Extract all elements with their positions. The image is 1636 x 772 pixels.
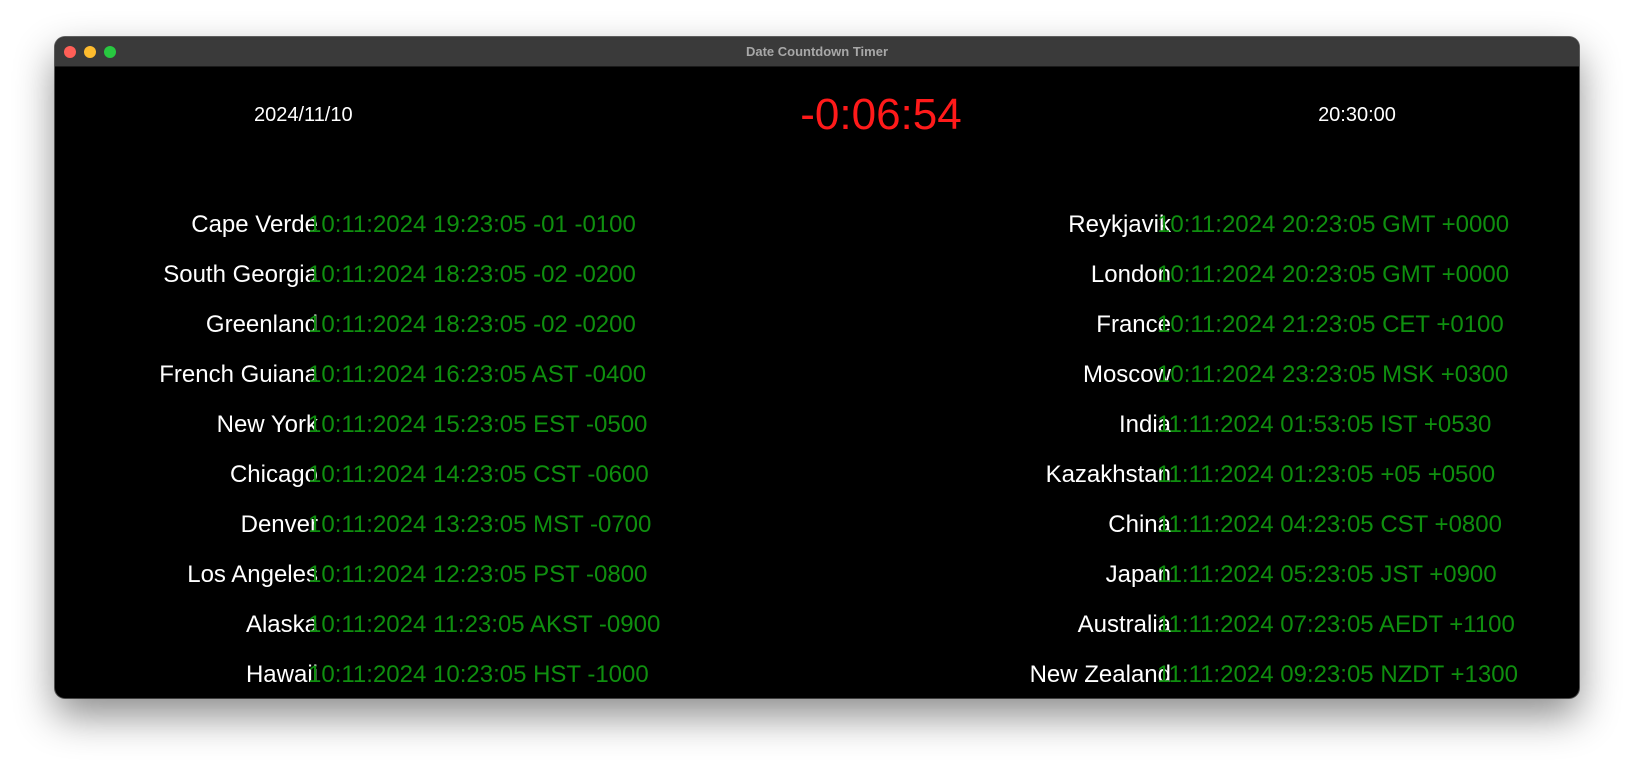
- current-date: 2024/11/10: [254, 104, 353, 126]
- timezone-time-value: 11:11:2024 01:53:05 IST +0530: [1157, 411, 1492, 438]
- timezone-city-label: Kazakhstan: [1045, 461, 1171, 488]
- timezone-row: China 11:11:2024 04:23:05 CST +0800: [55, 505, 1579, 545]
- timezone-city-label: China: [1108, 511, 1171, 538]
- timezone-row: London 10:11:2024 20:23:05 GMT +0000: [55, 255, 1579, 295]
- timezone-row: New Zealand 11:11:2024 09:23:05 NZDT +130…: [55, 655, 1579, 695]
- title-bar[interactable]: Date Countdown Timer: [55, 37, 1579, 67]
- timezone-row: Japan 11:11:2024 05:23:05 JST +0900: [55, 555, 1579, 595]
- timezone-time-value: 10:11:2024 20:23:05 GMT +0000: [1157, 211, 1510, 238]
- timezone-row: Australia 11:11:2024 07:23:05 AEDT +1100: [55, 605, 1579, 645]
- timezone-time-value: 10:11:2024 21:23:05 CET +0100: [1157, 311, 1504, 338]
- timezone-city-label: Japan: [1105, 561, 1171, 588]
- timezone-time-value: 11:11:2024 07:23:05 AEDT +1100: [1157, 611, 1515, 638]
- timezone-time-value: 11:11:2024 09:23:05 NZDT +1300: [1157, 661, 1518, 688]
- timezone-city-label: London: [1090, 261, 1171, 288]
- timezone-time-value: 11:11:2024 05:23:05 JST +0900: [1157, 561, 1497, 588]
- app-window: Date Countdown Timer 2024/11/10 -0:06:54…: [55, 37, 1579, 698]
- timezone-time-value: 11:11:2024 04:23:05 CST +0800: [1157, 511, 1502, 538]
- window-title: Date Countdown Timer: [745, 44, 889, 59]
- timezone-row: Kazakhstan 11:11:2024 01:23:05 +05 +0500: [55, 455, 1579, 495]
- timezone-city-label: Australia: [1077, 611, 1171, 638]
- timezone-city-label: New Zealand: [1029, 661, 1171, 688]
- timezone-row: Reykjavik 10:11:2024 20:23:05 GMT +0000: [55, 205, 1579, 245]
- timezone-city-label: France: [1096, 311, 1171, 338]
- timezone-row: France 10:11:2024 21:23:05 CET +0100: [55, 305, 1579, 345]
- timezone-time-value: 10:11:2024 20:23:05 GMT +0000: [1157, 261, 1510, 288]
- target-time: 20:30:00: [1318, 104, 1396, 126]
- timezone-city-label: India: [1118, 411, 1171, 438]
- timezone-row: India 11:11:2024 01:53:05 IST +0530: [55, 405, 1579, 445]
- countdown-display: -0:06:54: [800, 90, 962, 139]
- timezone-row: Moscow 10:11:2024 23:23:05 MSK +0300: [55, 355, 1579, 395]
- timezone-city-label: Moscow: [1082, 361, 1171, 388]
- timezone-time-value: 11:11:2024 01:23:05 +05 +0500: [1157, 461, 1496, 488]
- timezone-time-value: 10:11:2024 23:23:05 MSK +0300: [1157, 361, 1509, 388]
- timezone-city-label: Reykjavik: [1068, 211, 1171, 238]
